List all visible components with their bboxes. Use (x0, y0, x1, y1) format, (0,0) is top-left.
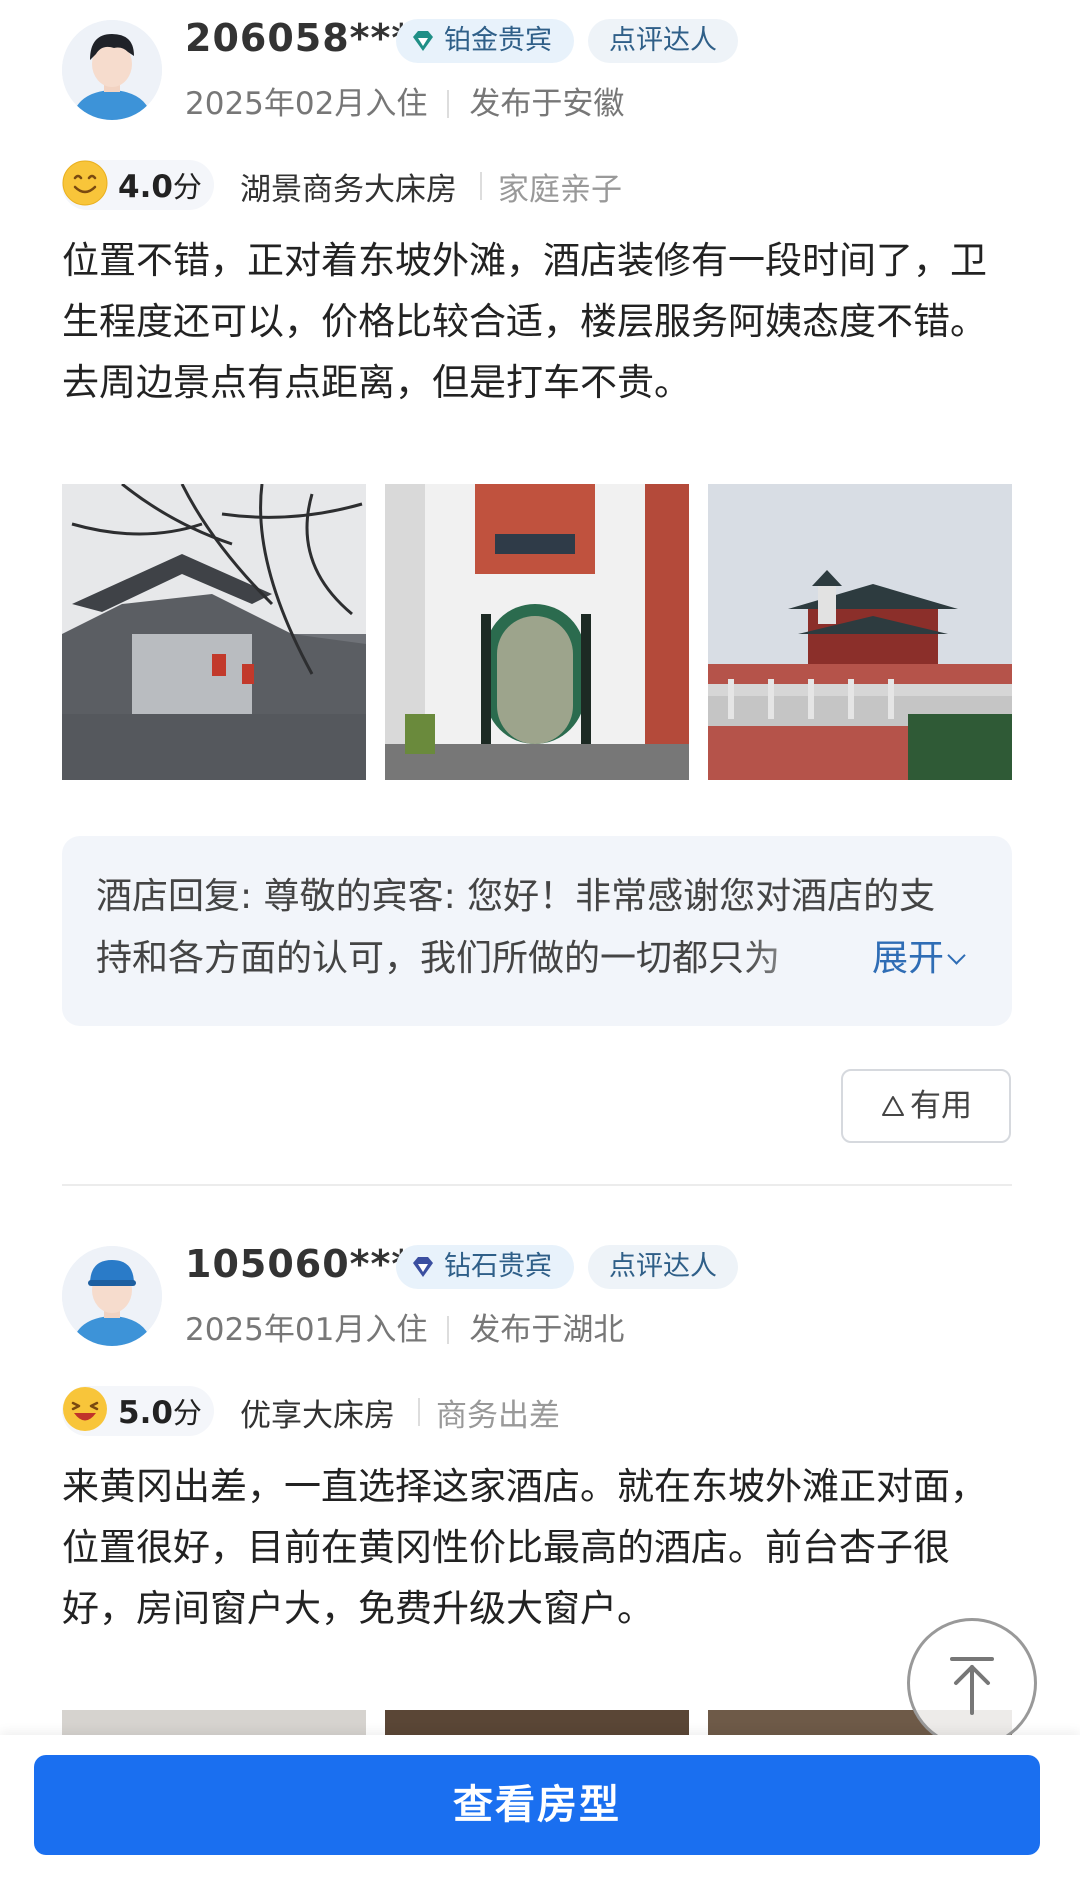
review-content: 来黄冈出差，一直选择这家酒店。就在东坡外滩正对面，位置很好，目前在黄冈性价比最高… (62, 1465, 987, 1630)
stay-date: 2025年01月入住 (185, 1312, 428, 1348)
critic-badge: 点评达人 (588, 1245, 738, 1289)
expand-label: 展开 (872, 938, 945, 979)
review-divider (62, 1184, 1012, 1186)
room-divider (480, 172, 482, 200)
review-photo[interactable] (708, 484, 1012, 780)
review-score: 5.0分 (118, 1395, 202, 1431)
review-photo[interactable] (385, 484, 689, 780)
avatar[interactable] (62, 20, 162, 120)
back-to-top-button[interactable] (907, 1618, 1037, 1748)
posted-location: 发布于安徽 (469, 86, 625, 122)
back-to-top-icon (950, 1657, 994, 1715)
expand-reply-button[interactable]: 展开 (872, 928, 966, 990)
member-level-label: 钻石贵宾 (444, 1251, 552, 1282)
diamond-icon (413, 31, 433, 51)
rating-pill: 4.0分 (62, 160, 214, 210)
room-type: 湖景商务大床房 (240, 172, 457, 208)
review-content: 位置不错，正对着东坡外滩，酒店装修有一段时间了，卫生程度还可以，价格比较合适，楼… (62, 239, 987, 404)
review-score: 4.0分 (118, 169, 202, 205)
meta-divider (447, 90, 450, 118)
member-level-badge: 钻石贵宾 (396, 1245, 574, 1289)
laugh-emoji-icon (63, 1387, 107, 1431)
smile-emoji-icon (62, 160, 108, 206)
view-room-types-button[interactable]: 查看房型 (34, 1755, 1040, 1855)
review-meta: 2025年01月入住 发布于湖北 (185, 1304, 624, 1349)
review-photo[interactable] (62, 484, 366, 780)
diamond-icon (413, 1257, 433, 1277)
trip-type: 商务出差 (436, 1398, 560, 1434)
room-type: 优享大床房 (240, 1398, 395, 1434)
room-divider (418, 1398, 420, 1426)
hotel-reply: 酒店回复: 尊敬的宾客: 您好！非常感谢您对酒店的支持和各方面的认可，我们所做的… (62, 836, 1012, 1026)
rating-pill: 5.0分 (62, 1386, 214, 1436)
avatar-icon (62, 1246, 162, 1346)
trip-type: 家庭亲子 (498, 172, 622, 208)
bottom-action-bar: 查看房型 (0, 1735, 1080, 1884)
thumb-up-icon (882, 1096, 904, 1116)
useful-label: 有用 (910, 1088, 972, 1124)
avatar-icon (62, 20, 162, 120)
chevron-down-icon (947, 946, 966, 965)
avatar[interactable] (62, 1246, 162, 1346)
posted-location: 发布于湖北 (469, 1312, 625, 1348)
useful-button[interactable]: 有用 (841, 1069, 1011, 1143)
meta-divider (447, 1316, 450, 1344)
member-level-label: 铂金贵宾 (444, 25, 552, 56)
stay-date: 2025年02月入住 (185, 86, 428, 122)
member-level-badge: 铂金贵宾 (396, 19, 574, 63)
review-photos (62, 484, 1012, 780)
review-meta: 2025年02月入住 发布于安徽 (185, 78, 624, 123)
critic-badge: 点评达人 (588, 19, 738, 63)
